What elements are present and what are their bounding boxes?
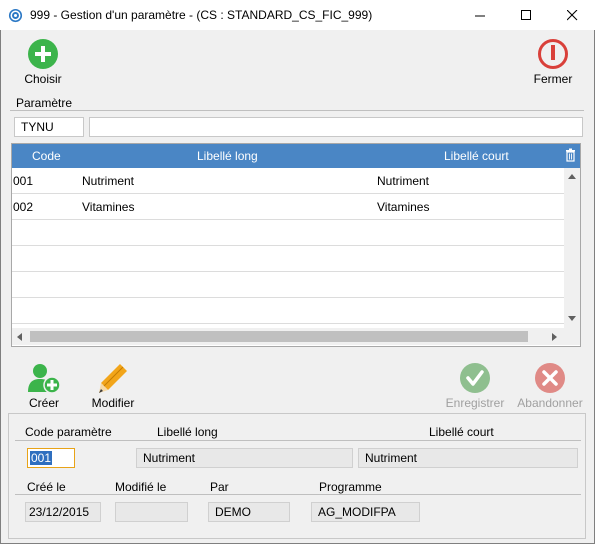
scroll-up-icon[interactable]	[568, 174, 576, 180]
plus-circle-icon	[28, 39, 58, 69]
minimize-icon	[474, 15, 485, 16]
horizontal-scroll-thumb[interactable]	[30, 331, 528, 342]
cree-le-label: Créé le	[27, 480, 66, 494]
close-icon	[566, 9, 577, 20]
parameter-grid: Code Libellé long Libellé court 001 Nutr…	[11, 143, 581, 347]
libelle-long-field[interactable]: Nutriment	[136, 448, 353, 468]
creer-button[interactable]: Créer	[24, 362, 64, 410]
fermer-label: Fermer	[533, 72, 573, 86]
libelle-court-label: Libellé court	[429, 425, 494, 439]
scroll-right-icon[interactable]	[552, 333, 558, 341]
cell-libelle-court: Vitamines	[377, 200, 430, 214]
creer-label: Créer	[28, 396, 59, 410]
abandonner-label: Abandonner	[517, 396, 583, 410]
programme-label: Programme	[319, 480, 382, 494]
scrollbar-corner	[564, 328, 580, 345]
choisir-button[interactable]: Choisir	[20, 38, 66, 86]
modifier-button[interactable]: Modifier	[88, 362, 138, 410]
power-icon	[538, 39, 568, 69]
detail-panel: Code paramètre Libellé long Libellé cour…	[8, 413, 586, 539]
vertical-scrollbar[interactable]	[564, 168, 580, 328]
close-window-button[interactable]	[549, 0, 595, 30]
check-circle-icon	[460, 363, 490, 393]
choisir-label: Choisir	[24, 72, 62, 86]
pencil-icon	[99, 364, 127, 393]
cell-libelle-long: Nutriment	[82, 174, 135, 188]
programme-field: AG_MODIFPA	[311, 502, 420, 522]
fermer-button[interactable]: Fermer	[528, 38, 578, 86]
par-label: Par	[210, 480, 229, 494]
code-parametre-field[interactable]: 001	[27, 448, 75, 468]
grid-header: Code Libellé long Libellé court	[12, 144, 580, 168]
cree-le-field: 23/12/2015	[25, 502, 101, 522]
trash-icon[interactable]	[565, 148, 576, 162]
parametre-code-field[interactable]: TYNU	[14, 117, 84, 137]
x-circle-icon	[535, 363, 565, 393]
cell-libelle-long: Vitamines	[82, 200, 135, 214]
minimize-button[interactable]	[457, 0, 503, 30]
cell-libelle-court: Nutriment	[377, 174, 430, 188]
abandonner-button[interactable]: Abandonner	[514, 362, 586, 410]
cell-code: 002	[13, 200, 34, 214]
empty-row	[12, 246, 564, 272]
empty-row	[12, 220, 564, 246]
empty-row	[12, 298, 564, 324]
parametre-section-label: Paramètre	[16, 96, 73, 110]
detail-divider	[15, 494, 581, 495]
horizontal-scrollbar[interactable]	[12, 328, 564, 345]
code-parametre-label: Code paramètre	[25, 425, 112, 439]
add-user-icon	[28, 364, 61, 394]
code-parametre-value: 001	[30, 451, 53, 465]
column-header-libelle-court[interactable]: Libellé court	[444, 149, 509, 163]
enregistrer-button[interactable]: Enregistrer	[442, 362, 508, 410]
title-bar: 999 - Gestion d'un paramètre - (CS : STA…	[0, 0, 595, 30]
empty-row	[12, 272, 564, 298]
modifie-le-label: Modifié le	[115, 480, 167, 494]
table-row[interactable]: 002 Vitamines Vitamines	[12, 194, 564, 220]
maximize-button[interactable]	[503, 0, 549, 30]
libelle-long-label: Libellé long	[157, 425, 218, 439]
parametre-description-field[interactable]	[89, 117, 583, 137]
modifie-le-field	[115, 502, 188, 522]
libelle-court-field[interactable]: Nutriment	[358, 448, 578, 468]
par-field: DEMO	[208, 502, 290, 522]
modifier-label: Modifier	[91, 396, 135, 410]
enregistrer-label: Enregistrer	[445, 396, 505, 410]
maximize-icon	[520, 9, 531, 20]
detail-divider	[15, 440, 581, 441]
cell-code: 001	[13, 174, 34, 188]
window-title: 999 - Gestion d'un paramètre - (CS : STA…	[30, 8, 373, 22]
scroll-left-icon[interactable]	[17, 333, 23, 341]
scroll-down-icon[interactable]	[568, 316, 576, 322]
column-header-code[interactable]: Code	[32, 149, 61, 163]
section-divider	[10, 110, 584, 111]
column-header-libelle-long[interactable]: Libellé long	[197, 149, 258, 163]
table-row[interactable]: 001 Nutriment Nutriment	[12, 168, 564, 194]
app-icon	[8, 8, 23, 23]
